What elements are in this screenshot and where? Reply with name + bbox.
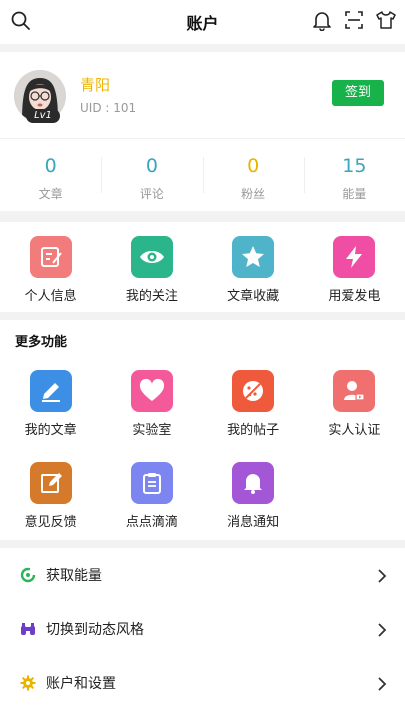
stat-label: 粉丝 [241, 187, 266, 201]
edit-icon [29, 236, 72, 278]
page-title: 账户 [186, 14, 219, 33]
stat-value: 0 [145, 155, 158, 177]
heart-icon [130, 370, 173, 412]
more-features: 更多功能 我的文章 实验室 我的帖子 实人认证 意见反馈 点点滴滴 消息通知 [0, 320, 405, 540]
stats-bar: 0 文章 0 评论 0 粉丝 15 能量 [0, 138, 405, 211]
chevron-right-icon [377, 622, 387, 637]
menu-item-label: 切换到动态风格 [46, 622, 144, 638]
feature-label: 实人认证 [328, 423, 381, 438]
settings-menu: 获取能量 切换到动态风格 账户和设置 [0, 548, 405, 720]
cookie-icon [232, 370, 275, 412]
section-title: 更多功能 [15, 335, 68, 350]
feature-moments[interactable]: 点点滴滴 [101, 462, 202, 530]
level-badge: Lv1 [26, 109, 60, 123]
stat-label: 评论 [139, 187, 164, 201]
top-actions [311, 9, 397, 32]
energy-icon [20, 567, 36, 583]
feature-label: 消息通知 [227, 515, 280, 530]
feature-label: 意见反馈 [24, 515, 77, 530]
stat-value: 0 [44, 155, 57, 177]
quick-actions: 个人信息 我的关注 文章收藏 用爱发电 [0, 222, 405, 312]
feature-my-posts[interactable]: 我的帖子 [203, 370, 304, 438]
feature-my-articles[interactable]: 我的文章 [0, 370, 101, 438]
chevron-right-icon [377, 676, 387, 691]
bell-icon [232, 462, 275, 504]
stat-comments[interactable]: 0 评论 [101, 139, 202, 211]
feature-label: 点点滴滴 [125, 515, 178, 530]
feature-feedback[interactable]: 意见反馈 [0, 462, 101, 530]
chevron-right-icon [377, 568, 387, 583]
stat-label: 能量 [342, 187, 367, 201]
profile-card[interactable]: Lv1 青阳 UID : 101 签到 [0, 52, 405, 138]
binoculars-icon [20, 621, 36, 637]
menu-item-label: 账户和设置 [46, 676, 116, 692]
stat-articles[interactable]: 0 文章 [0, 139, 101, 211]
feature-label: 我的文章 [24, 423, 77, 438]
feature-label: 我的帖子 [227, 423, 280, 438]
signin-button[interactable]: 签到 [332, 80, 384, 106]
shirt-icon[interactable] [375, 9, 397, 31]
quick-item-label: 我的关注 [125, 289, 178, 304]
feedback-icon [29, 462, 72, 504]
menu-item-label: 获取能量 [46, 568, 102, 584]
features-row: 我的文章 实验室 我的帖子 实人认证 [0, 370, 405, 438]
menu-item-get-energy[interactable]: 获取能量 [0, 548, 405, 602]
pen-icon [29, 370, 72, 412]
stat-value: 15 [342, 155, 367, 177]
user-name: 青阳 [80, 76, 111, 94]
user-id: UID : 101 [80, 101, 137, 115]
feature-label: 实验室 [132, 423, 172, 438]
clipboard-icon [130, 462, 173, 504]
search-icon[interactable] [10, 10, 32, 32]
features-row: 意见反馈 点点滴滴 消息通知 [0, 462, 405, 530]
feature-lab[interactable]: 实验室 [101, 370, 202, 438]
menu-item-account-settings[interactable]: 账户和设置 [0, 656, 405, 710]
menu-item-switch-style[interactable]: 切换到动态风格 [0, 602, 405, 656]
id-card-icon [333, 370, 376, 412]
quick-item-donate[interactable]: 用爱发电 [304, 236, 405, 312]
stat-label: 文章 [38, 187, 63, 201]
scan-icon[interactable] [343, 9, 365, 31]
empty-cell [304, 462, 405, 530]
quick-item-favorites[interactable]: 文章收藏 [203, 236, 304, 312]
quick-item-profile-info[interactable]: 个人信息 [0, 236, 101, 312]
quick-item-following[interactable]: 我的关注 [101, 236, 202, 312]
lightning-icon [333, 236, 376, 278]
stat-fans[interactable]: 0 粉丝 [202, 139, 304, 211]
quick-item-label: 文章收藏 [227, 289, 280, 304]
feature-notifications[interactable]: 消息通知 [203, 462, 304, 530]
stat-value: 0 [247, 155, 260, 177]
bell-icon[interactable] [311, 9, 333, 32]
eye-icon [130, 236, 173, 278]
stat-energy[interactable]: 15 能量 [303, 139, 405, 211]
top-bar: 账户 [0, 0, 405, 44]
quick-item-label: 个人信息 [24, 289, 77, 304]
star-icon [232, 236, 275, 278]
gear-icon [20, 675, 36, 691]
quick-item-label: 用爱发电 [328, 289, 381, 304]
feature-real-name-auth[interactable]: 实人认证 [304, 370, 405, 438]
